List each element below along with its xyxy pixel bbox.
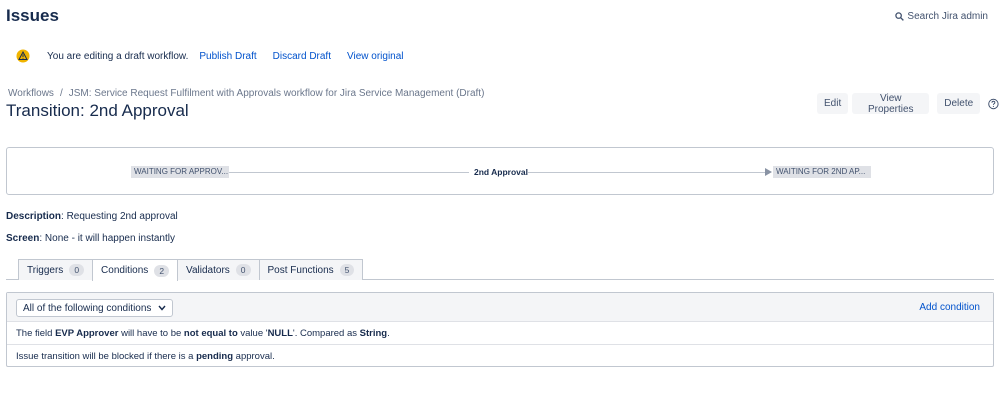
tab-count-badge: 2 [154,264,170,277]
transition-title: Transition: 2nd Approval [6,101,189,120]
transition-diagram: WAITING FOR APPROV... 2nd Approval WAITI… [6,147,994,195]
tab-label: Conditions [101,265,149,276]
draft-message: You are editing a draft workflow. [47,50,189,62]
delete-button[interactable]: Delete [937,93,981,114]
condition-group-select[interactable]: All of the following conditions [16,299,173,317]
draft-workflow-banner: You are editing a draft workflow. Publis… [16,49,420,63]
description-value: : Requesting 2nd approval [61,211,178,222]
edit-button[interactable]: Edit [817,93,849,114]
condition-group-value: All of the following conditions [23,302,152,314]
arrowhead-icon [765,168,772,176]
breadcrumb: Workflows / JSM: Service Request Fulfilm… [8,88,484,99]
chevron-down-icon [158,305,166,311]
screen-label: Screen [6,233,40,244]
search-icon [895,12,905,21]
discard-draft-link[interactable]: Discard Draft [273,51,331,62]
conditions-header: All of the following conditions Add cond… [7,293,993,322]
conditions-panel: All of the following conditions Add cond… [6,292,994,367]
description-row: Description: Requesting 2nd approval [6,211,178,222]
publish-draft-link[interactable]: Publish Draft [199,51,256,62]
tab-conditions[interactable]: Conditions 2 [92,259,179,281]
from-status-lozenge[interactable]: WAITING FOR APPROV... [131,166,229,178]
screen-value: : None - it will happen instantly [39,233,175,244]
tab-count-badge: 5 [339,264,355,276]
screen-row: Screen: None - it will happen instantly [6,233,175,244]
view-properties-button[interactable]: View Properties [852,93,930,115]
actions-toolbar: Edit View Properties Delete [817,93,999,115]
transition-line [528,172,765,173]
add-condition-link[interactable]: Add condition [919,302,980,313]
tab-count-badge: 0 [235,264,251,276]
tab-count-badge: 0 [69,264,85,276]
tab-label: Triggers [27,264,64,276]
help-icon[interactable] [988,98,999,110]
warning-icon [16,49,30,63]
tab-post-functions[interactable]: Post Functions 5 [258,259,364,280]
description-label: Description [6,211,62,222]
transition-line [229,172,469,173]
tab-label: Validators [186,264,230,276]
condition-row: Issue transition will be blocked if ther… [7,345,993,368]
tab-label: Post Functions [267,264,334,276]
condition-row: The field EVP Approver will have to be n… [7,322,993,345]
to-status-lozenge[interactable]: WAITING FOR 2ND AP... [773,166,871,178]
condition-text: Issue transition will be blocked if ther… [16,351,275,362]
transition-name: 2nd Approval [474,167,528,177]
breadcrumb-workflows-link[interactable]: Workflows [8,88,54,99]
view-original-link[interactable]: View original [347,51,404,62]
page-title: Issues [6,6,59,25]
breadcrumb-workflow-link[interactable]: JSM: Service Request Fulfilment with App… [69,88,485,99]
tab-triggers[interactable]: Triggers 0 [18,259,94,280]
search-jira-admin[interactable]: Search Jira admin [895,11,988,22]
breadcrumb-separator: / [59,88,63,99]
transition-tabs: Triggers 0 Conditions 2 Validators 0 Pos… [18,259,364,281]
search-label: Search Jira admin [907,11,988,22]
tab-validators[interactable]: Validators 0 [177,259,260,280]
condition-text: The field EVP Approver will have to be n… [16,327,390,339]
